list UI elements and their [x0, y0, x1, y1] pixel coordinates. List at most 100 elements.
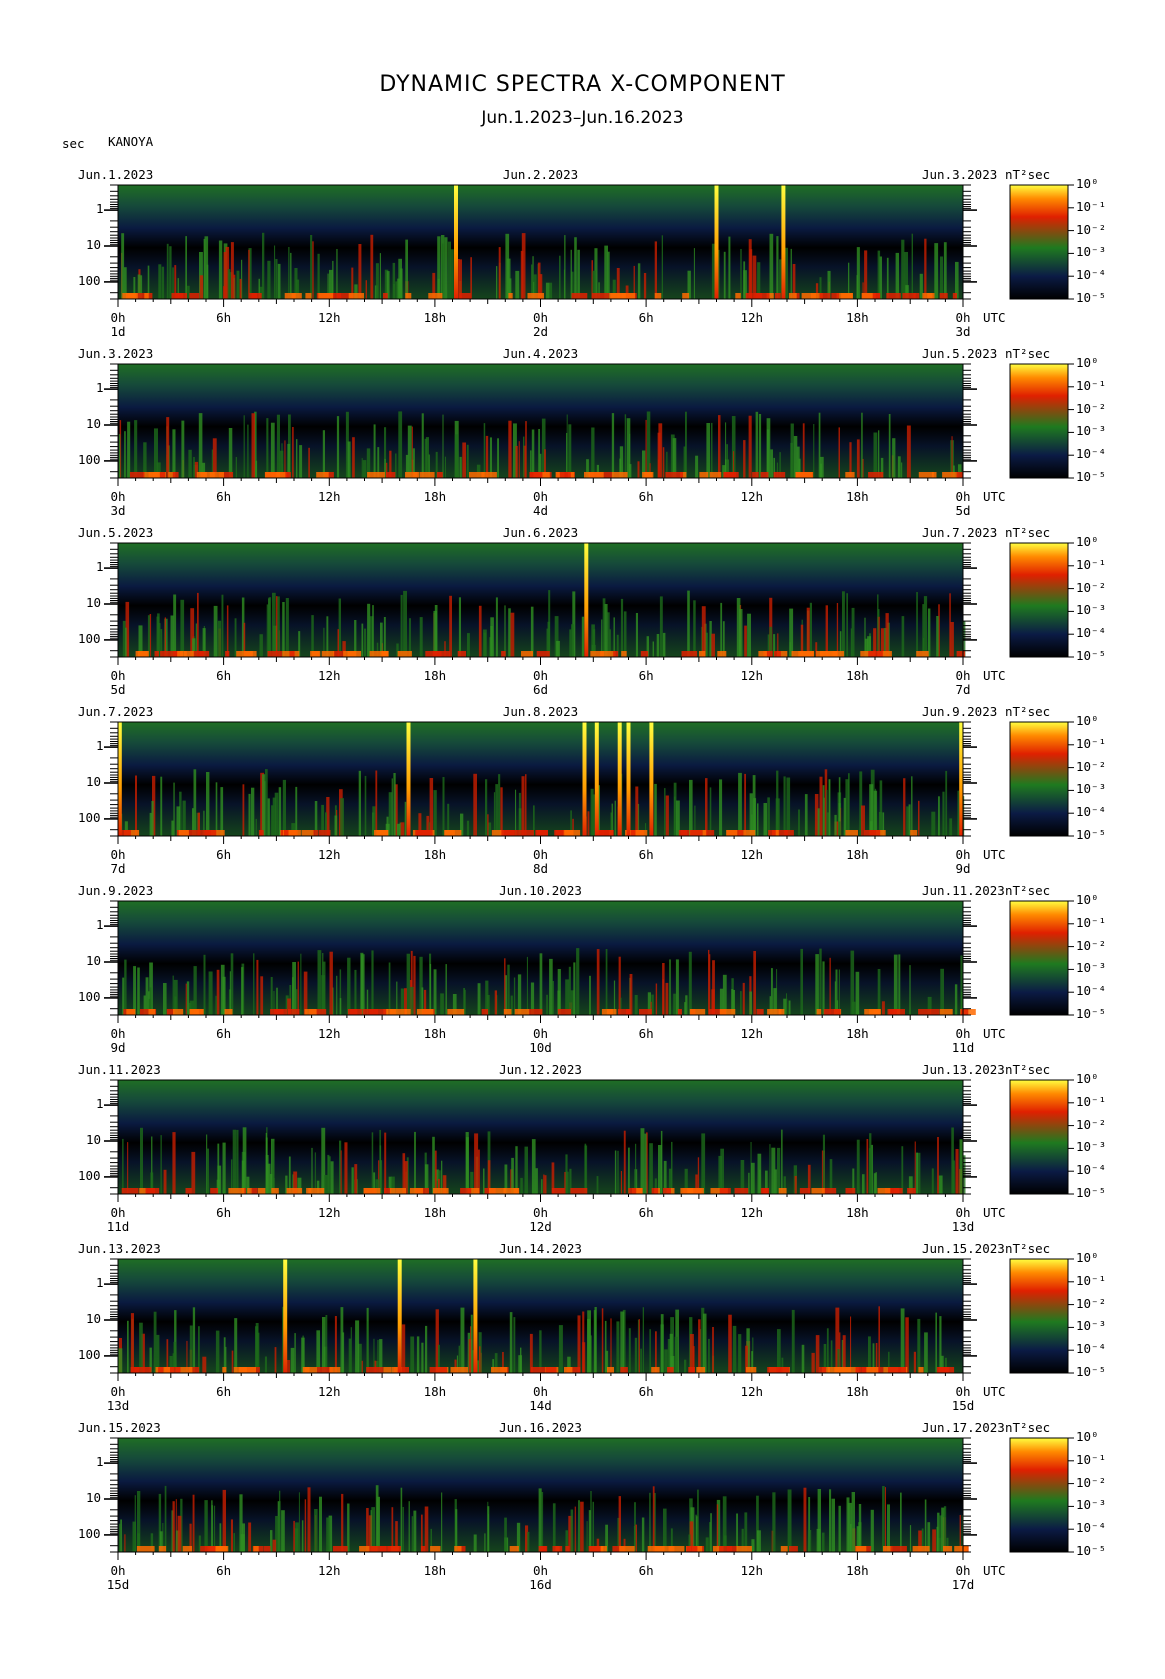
activity-streak	[396, 823, 401, 836]
y-tick-label: 100	[78, 1525, 101, 1541]
activity-streak	[640, 1348, 642, 1373]
activity-streak	[416, 1336, 420, 1373]
activity-streak	[635, 613, 638, 657]
bottom-band-mark	[333, 651, 343, 657]
activity-streak	[641, 1517, 645, 1552]
bottom-band-mark	[865, 1367, 879, 1373]
bottom-band-mark	[429, 1367, 447, 1373]
activity-streak	[513, 1317, 516, 1373]
activity-streak	[402, 1507, 404, 1552]
activity-streak	[638, 1319, 640, 1373]
activity-streak	[660, 1130, 663, 1194]
bottom-band-mark	[172, 472, 179, 478]
bottom-band-mark	[788, 293, 797, 299]
activity-streak	[455, 1509, 458, 1552]
bottom-band-mark	[717, 651, 727, 657]
activity-streak	[255, 818, 257, 836]
panel-end-date: Jun.3.2023	[922, 167, 998, 182]
event-spike	[473, 1259, 478, 1373]
bottom-band-mark	[284, 293, 302, 299]
colorbar-tick-label: 10⁻²	[1076, 758, 1107, 774]
day-label: 8d	[532, 861, 549, 876]
colorbar-tick-label: 10⁻³	[1076, 602, 1107, 618]
activity-streak	[546, 994, 548, 1015]
colorbar-tick-label: 10⁻²	[1076, 400, 1107, 416]
colorbar	[1009, 184, 1069, 300]
x-tick-label: 0h	[532, 489, 549, 504]
bottom-band-mark	[665, 472, 683, 478]
bottom-band-mark	[383, 293, 388, 299]
bottom-band-mark	[943, 1546, 953, 1552]
activity-streak	[262, 774, 266, 836]
x-tick-label: 6h	[638, 310, 654, 325]
activity-streak	[301, 1520, 304, 1552]
panel-end-date: Jun.9.2023	[922, 704, 998, 719]
day-label: 15d	[106, 1577, 130, 1592]
colorbar-tick-label: 10⁻³	[1076, 423, 1107, 439]
activity-streak	[652, 1486, 655, 1552]
activity-streak	[591, 427, 595, 478]
day-label: 15d	[951, 1398, 975, 1413]
activity-streak	[644, 1133, 647, 1194]
activity-streak	[229, 971, 231, 1015]
bottom-band-mark	[907, 1188, 916, 1194]
activity-streak	[172, 1132, 176, 1194]
activity-streak	[330, 1161, 334, 1194]
activity-streak	[656, 634, 660, 657]
day-label: 7d	[110, 861, 126, 876]
activity-streak	[295, 786, 298, 836]
activity-streak	[629, 974, 633, 1015]
bottom-band-mark	[889, 1009, 905, 1015]
activity-streak	[938, 1175, 943, 1194]
activity-streak	[222, 1489, 226, 1552]
activity-streak	[940, 256, 943, 299]
activity-streak	[334, 1316, 337, 1373]
bottom-band-mark	[316, 1009, 327, 1015]
activity-streak	[809, 602, 812, 657]
activity-streak	[197, 592, 199, 657]
activity-streak	[556, 640, 560, 657]
activity-streak	[192, 1307, 196, 1373]
bottom-band-mark	[508, 293, 513, 299]
activity-streak	[366, 1321, 369, 1373]
activity-streak	[296, 439, 298, 478]
activity-streak	[943, 242, 947, 299]
bottom-band-mark	[501, 651, 506, 657]
bottom-band-mark	[811, 1188, 825, 1194]
activity-streak	[172, 429, 176, 478]
activity-streak	[569, 629, 572, 657]
bottom-band-mark	[199, 651, 210, 657]
activity-streak	[577, 1315, 581, 1373]
x-tick-label: 0h	[532, 1563, 549, 1578]
activity-streak	[121, 233, 125, 299]
activity-streak	[954, 984, 958, 1015]
activity-streak	[706, 423, 710, 478]
bottom-band-mark	[784, 830, 794, 836]
x-tick-label: 0h	[532, 1205, 549, 1220]
activity-streak	[635, 1143, 637, 1194]
activity-streak	[230, 242, 234, 299]
activity-streak	[479, 1346, 481, 1373]
utc-label: UTC	[983, 310, 1006, 325]
x-tick-label: 18h	[423, 1384, 447, 1399]
activity-streak	[649, 1492, 651, 1552]
activity-streak	[442, 777, 445, 836]
activity-streak	[801, 1344, 805, 1373]
colorbar	[1009, 721, 1069, 837]
activity-streak	[483, 423, 486, 478]
bottom-band-mark	[833, 651, 845, 657]
bottom-band-mark	[913, 293, 920, 299]
bottom-band-mark	[952, 293, 957, 299]
bottom-band-mark	[564, 472, 571, 478]
bottom-band-mark	[801, 293, 816, 299]
activity-streak	[858, 1504, 862, 1552]
activity-streak	[755, 411, 759, 478]
activity-streak	[708, 949, 710, 1015]
activity-streak	[504, 958, 506, 1015]
event-spike	[649, 722, 654, 836]
colorbar-tick-label: 10⁻²	[1076, 1116, 1107, 1132]
colorbar-tick-label: 10⁰	[1076, 713, 1099, 728]
activity-streak	[596, 949, 600, 1015]
bottom-band-mark	[774, 651, 781, 657]
activity-streak	[298, 1492, 300, 1552]
